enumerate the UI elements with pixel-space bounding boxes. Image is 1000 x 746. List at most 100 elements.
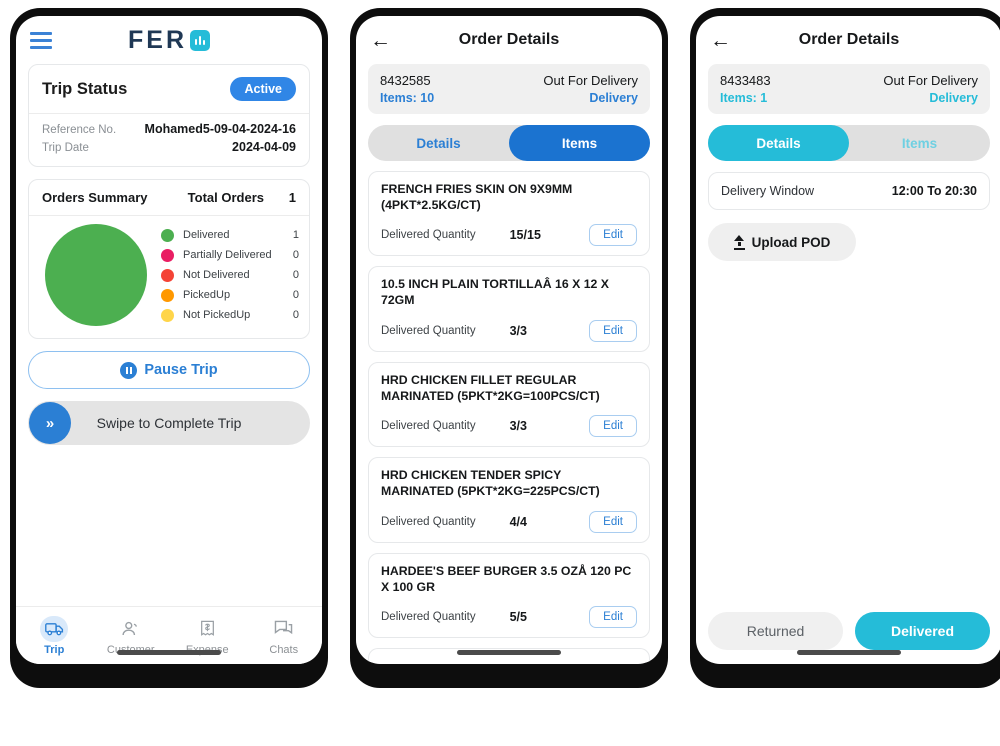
legend-dot-not-pickedup — [161, 308, 174, 322]
tab-items-label: Items — [901, 135, 938, 151]
legend-dot-delivered — [161, 228, 174, 242]
tab-trip-label: Trip — [44, 643, 65, 656]
legend-value: 0 — [292, 269, 299, 281]
delivery-window-label: Delivery Window — [721, 184, 815, 198]
tab-chats-label: Chats — [269, 643, 299, 656]
pause-trip-label: Pause Trip — [144, 362, 218, 378]
chat-icon — [270, 616, 298, 642]
order-summary-card: 8433483 Out For Delivery Items: 1 Delive… — [708, 64, 990, 114]
tab-details-label: Details — [416, 135, 461, 151]
order-items-count: Items: 10 — [380, 91, 435, 105]
orders-summary-card: Orders Summary Total Orders 1 Delivered … — [28, 179, 310, 339]
order-summary-card: 8432585 Out For Delivery Items: 10 Deliv… — [368, 64, 650, 114]
tab-details-label: Details — [756, 135, 801, 151]
order-status: Out For Delivery — [543, 73, 638, 88]
edit-button[interactable]: Edit — [589, 510, 637, 533]
back-arrow-icon[interactable]: ← — [710, 30, 731, 51]
order-id: 8433483 — [720, 73, 771, 88]
edit-button[interactable]: Edit — [589, 319, 637, 342]
trip-status-header: Trip Status Active — [29, 65, 309, 113]
trip-date-value: 2024-04-09 — [232, 140, 296, 154]
trip-status-details: Reference No. Mohamed5-09-04-2024-16 Tri… — [29, 114, 309, 166]
item-qty-value: 3/3 — [509, 419, 527, 434]
legend-label: Delivered — [183, 229, 230, 241]
phone-3-screen: ← Order Details 8433483 Out For Delivery… — [696, 16, 1000, 664]
legend-item: Not PickedUp 0 — [161, 305, 299, 325]
home-indicator — [797, 650, 901, 655]
total-orders-value: 1 — [288, 190, 296, 205]
order-type: Delivery — [929, 91, 978, 105]
order-items-count: Items: 1 — [720, 91, 768, 105]
legend-value: 1 — [292, 229, 299, 241]
fero-logo-mark-icon — [190, 29, 210, 51]
item-name: HRD CHICKEN FILLET REGULAR MARINATED (5P… — [381, 372, 600, 403]
item-card: HRD CHICKEN TENDER SPICY MARINATED (5PKT… — [368, 457, 650, 543]
tab-items[interactable]: Items — [509, 125, 650, 161]
item-quantity-row: Delivered Quantity 3/3 Edit — [381, 319, 637, 342]
phone-1-trip-status: FER Trip Status Active Reference No. Moh… — [10, 8, 328, 688]
order-id: 8432585 — [380, 73, 431, 88]
order-summary-row-1: 8432585 Out For Delivery — [380, 73, 638, 91]
tab-details[interactable]: Details — [708, 125, 849, 161]
item-card: HRD CHICKEN FILLET REGULAR MARINATED (5P… — [368, 361, 650, 448]
legend-dot-pickedup — [161, 288, 174, 302]
returned-button[interactable]: Returned — [708, 612, 843, 650]
orders-legend: Delivered 1 Partially Delivered 0 Not De… — [147, 225, 299, 325]
order-summary-row-1: 8433483 Out For Delivery — [720, 73, 978, 91]
page-title: Order Details — [798, 31, 900, 48]
tab-details[interactable]: Details — [368, 125, 509, 161]
pause-trip-button[interactable]: Pause Trip — [28, 351, 310, 389]
orders-summary-header: Orders Summary Total Orders 1 — [29, 180, 309, 215]
upload-pod-label: Upload POD — [751, 234, 831, 250]
legend-label: PickedUp — [183, 289, 231, 301]
home-indicator — [457, 650, 561, 655]
orders-pie-chart — [45, 224, 147, 326]
item-card: HARDEE'S BEEF BURGER 3.5 OZÅ 120 PC X 10… — [368, 552, 650, 639]
receipt-icon — [193, 616, 221, 642]
phone-2-topbar: ← Order Details — [356, 16, 662, 64]
item-name: FRENCH FRIES SKIN ON 9X9MM (4PKT*2.5KG/C… — [381, 182, 573, 212]
swipe-label: Swipe to Complete Trip — [96, 415, 242, 431]
legend-value: 0 — [292, 309, 299, 321]
order-status: Out For Delivery — [883, 73, 978, 88]
swipe-to-complete-trip[interactable]: » Swipe to Complete Trip — [28, 401, 310, 445]
brand-logo: FER — [128, 26, 210, 55]
tab-chats[interactable]: Chats — [246, 616, 323, 656]
item-card: FRENCH FRIES SKIN ON 9X9MM (4PKT*2.5KG/C… — [368, 171, 650, 257]
hamburger-icon[interactable] — [30, 31, 52, 49]
upload-pod-button[interactable]: Upload POD — [708, 223, 856, 261]
edit-button[interactable]: Edit — [589, 415, 637, 438]
item-name: HARDEE'S BEEF BURGER 3.5 OZÅ 120 PC X 10… — [381, 563, 632, 594]
upload-icon — [733, 234, 745, 250]
phone-1-screen: FER Trip Status Active Reference No. Moh… — [16, 16, 322, 664]
orders-summary-title: Orders Summary — [42, 190, 148, 205]
truck-icon — [40, 615, 69, 642]
phone-3-order-details: ← Order Details 8433483 Out For Delivery… — [690, 8, 1000, 688]
bottom-tabbar: Trip Customer — [16, 606, 322, 664]
item-qty-label: Delivered Quantity — [381, 420, 476, 433]
tab-trip[interactable]: Trip — [16, 615, 93, 656]
item-qty-label: Delivered Quantity — [381, 611, 476, 624]
legend-item: Delivered 1 — [161, 225, 299, 245]
item-qty-value: 5/5 — [509, 610, 527, 625]
edit-button[interactable]: Edit — [589, 606, 637, 629]
edit-button[interactable]: Edit — [589, 224, 637, 247]
trip-date-row: Trip Date 2024-04-09 — [42, 138, 296, 156]
item-qty-value: 15/15 — [509, 228, 541, 243]
trip-reference-row: Reference No. Mohamed5-09-04-2024-16 — [42, 120, 296, 138]
delivered-button[interactable]: Delivered — [855, 612, 990, 650]
legend-value: 0 — [292, 289, 299, 301]
item-qty-label: Delivered Quantity — [381, 229, 476, 242]
item-qty-label: Delivered Quantity — [381, 515, 476, 528]
phone-3-footer: Returned Delivered — [696, 612, 1000, 664]
trip-status-title: Trip Status — [42, 79, 128, 98]
tab-items-label: Items — [561, 135, 598, 151]
page-title: Order Details — [458, 31, 560, 48]
item-quantity-row: Delivered Quantity 5/5 Edit — [381, 606, 637, 629]
back-arrow-icon[interactable]: ← — [370, 30, 391, 51]
pause-icon — [120, 361, 138, 379]
tab-items[interactable]: Items — [849, 125, 990, 161]
legend-dot-not-delivered — [161, 268, 174, 282]
trip-reference-label: Reference No. — [42, 124, 117, 136]
item-qty-label: Delivered Quantity — [381, 324, 476, 337]
